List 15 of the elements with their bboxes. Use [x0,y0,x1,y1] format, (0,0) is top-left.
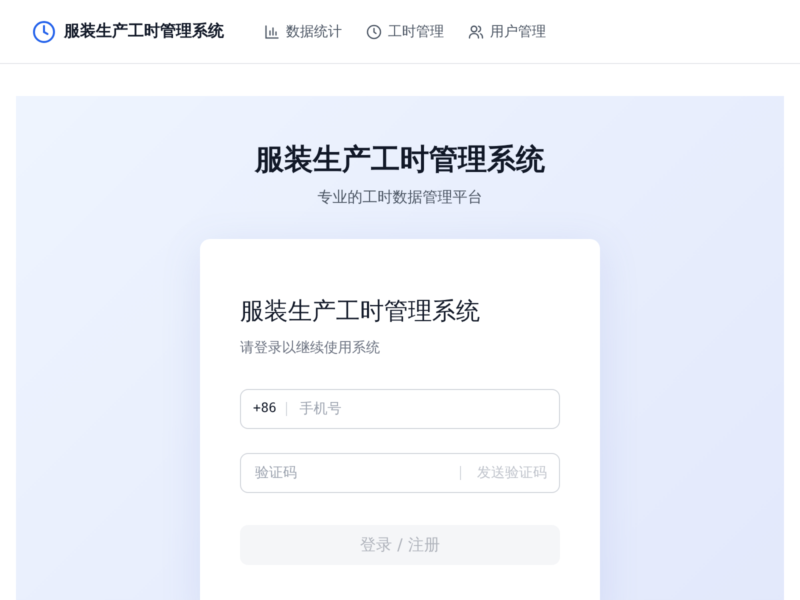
hero-subtitle: 专业的工时数据管理平台 [318,188,482,207]
country-code: +86 [253,402,288,416]
phone-field[interactable]: +86 手机号 [240,389,560,429]
users-icon [468,24,484,40]
nav-link[interactable]: 用户管理 [468,22,546,40]
app-title: 服装生产工时管理系统 [64,21,224,42]
card-subtitle: 请登录以继续使用系统 [240,339,381,357]
clock-icon [366,24,382,40]
hero-title: 服装生产工时管理系统 [255,141,545,178]
phone-input[interactable]: 手机号 [287,400,547,418]
nav-link[interactable]: 数据统计 [264,22,342,40]
bar-chart-icon [264,24,280,40]
nav-link[interactable]: 工时管理 [366,22,444,40]
clock-icon [32,20,56,44]
card-title: 服装生产工时管理系统 [240,296,481,327]
